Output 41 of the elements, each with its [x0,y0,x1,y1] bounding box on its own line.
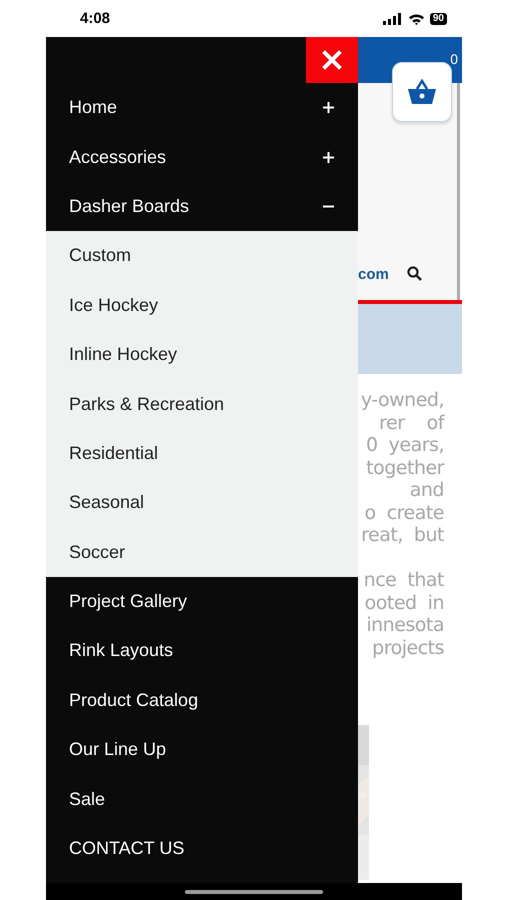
body-text: and [410,479,444,501]
site-name: com [358,266,389,283]
menu-item[interactable]: Home [69,97,118,118]
menu-item[interactable]: Project Gallery [69,591,188,612]
close-button[interactable] [306,37,358,83]
menu-item[interactable]: Accessories [69,146,166,168]
cart-button[interactable] [392,62,452,122]
body-text: rer of [379,412,444,434]
plus-icon[interactable] [322,101,335,114]
battery-level: 90 [430,12,447,24]
menu-item[interactable]: Rink Layouts [69,640,174,662]
signal-icon [382,12,403,24]
body-text: innesota [366,614,444,636]
body-text: reat, but [361,524,444,546]
status-time: 4:08 [80,10,110,27]
cart-count: 0 [450,50,459,69]
basket-icon [407,79,437,105]
submenu-item[interactable]: Ice Hockey [69,294,158,316]
menu-item[interactable]: CONTACT US [69,838,184,860]
body-text: nce that [364,569,444,591]
body-text: projects [372,636,444,658]
submenu-item[interactable]: Residential [69,442,158,464]
submenu-item[interactable]: Parks & Recreation [69,394,224,415]
body-text: y-owned, [360,389,444,411]
body-text: 0 years, [366,434,444,456]
menu-item[interactable]: Our Line Up [69,739,166,760]
wifi-icon [408,12,425,24]
close-icon [322,50,342,70]
body-text: o create [364,502,444,524]
search-icon[interactable] [406,266,422,281]
submenu-item[interactable]: Custom [69,245,132,266]
home-indicator[interactable] [185,890,323,894]
menu-item[interactable]: Dasher Boards [69,196,190,217]
body-text: together [366,456,444,478]
submenu-item[interactable]: Seasonal [69,492,144,514]
menu-item[interactable]: Sale [69,788,106,810]
submenu-item[interactable]: Inline Hockey [69,344,178,366]
submenu-item[interactable]: Soccer [69,542,126,563]
body-text: ooted in [364,592,444,614]
menu-item[interactable]: Product Catalog [69,690,198,711]
plus-icon[interactable] [322,150,335,164]
